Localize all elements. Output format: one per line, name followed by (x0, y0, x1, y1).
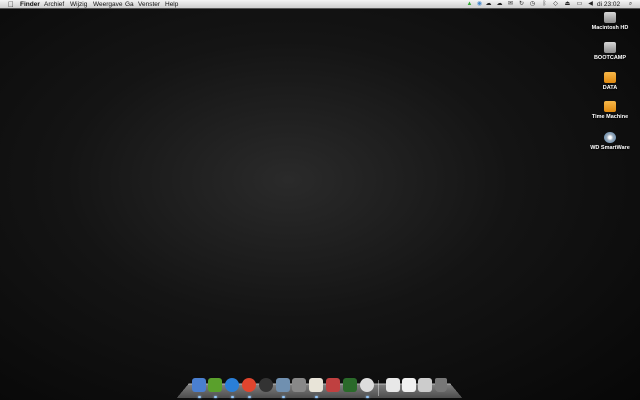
activity-icon[interactable]: ▲ (466, 1, 473, 7)
downloads-stack-icon[interactable] (402, 378, 416, 392)
menu-weergave[interactable]: Weergave (93, 1, 123, 8)
documents-stack-icon[interactable] (386, 378, 400, 392)
desktop-icon[interactable]: DATA (580, 72, 640, 91)
running-indicator (198, 396, 201, 398)
running-indicator (315, 396, 318, 398)
drive-icon (604, 101, 616, 112)
running-indicator (231, 396, 234, 398)
disc-icon (604, 132, 616, 143)
trash-icon[interactable] (435, 378, 447, 392)
script-editor-icon[interactable] (326, 378, 340, 392)
cloud-app-icon[interactable] (360, 378, 374, 392)
bluetooth-icon[interactable]: ᛒ (541, 1, 548, 7)
menu-bar:  Finder Archief Wijzig Weergave Ga Vens… (0, 0, 640, 9)
finder-icon[interactable] (192, 378, 206, 392)
system-preferences-icon[interactable] (292, 378, 306, 392)
menu-venster[interactable]: Venster (138, 1, 160, 8)
desktop-icon-label: Macintosh HD (591, 25, 629, 31)
desktop-icon-label: Time Machine (591, 114, 629, 120)
android-app-icon[interactable] (208, 378, 222, 392)
menu-archief[interactable]: Archief (44, 1, 64, 8)
running-indicator (248, 396, 251, 398)
dock-separator (378, 380, 379, 396)
menu-wijzig[interactable]: Wijzig (70, 1, 87, 8)
clock[interactable]: di 23:02 (597, 1, 620, 8)
desktop-icon[interactable]: WD SmartWare (580, 132, 640, 151)
desktop-icon[interactable]: BOOTCAMP (580, 42, 640, 61)
textedit-icon[interactable] (309, 378, 323, 392)
time-machine-icon[interactable]: ◷ (529, 1, 536, 7)
network-icon[interactable]: ◉ (476, 1, 483, 7)
desktop-icon-label: BOOTCAMP (593, 55, 627, 61)
mail-icon[interactable]: ✉ (507, 1, 514, 7)
chrome-icon[interactable] (242, 378, 256, 392)
drive-icon (604, 12, 616, 23)
volume-icon[interactable]: ◀ (587, 1, 594, 7)
running-indicator (214, 396, 217, 398)
spotlight-icon[interactable]: ⌕ (627, 1, 634, 7)
menu-ga[interactable]: Ga (125, 1, 134, 8)
desktop-icon-label: DATA (602, 85, 618, 91)
activity-monitor-icon[interactable] (343, 378, 357, 392)
menu-help[interactable]: Help (165, 1, 178, 8)
dashboard-icon[interactable] (259, 378, 273, 392)
menu-finder[interactable]: Finder (20, 1, 40, 8)
drive-icon (604, 42, 616, 53)
running-indicator (366, 396, 369, 398)
running-indicator (282, 396, 285, 398)
desktop-icon-label: WD SmartWare (590, 145, 630, 151)
itunes-icon[interactable] (225, 378, 239, 392)
battery-icon[interactable]: ▭ (576, 1, 583, 7)
sync-icon[interactable]: ↻ (518, 1, 525, 7)
eject-icon[interactable]: ⏏ (564, 1, 571, 7)
drive-icon (604, 72, 616, 83)
cloud2-icon[interactable]: ☁ (496, 1, 503, 7)
cloud-icon[interactable]: ☁ (485, 1, 492, 7)
desktop-icon[interactable]: Macintosh HD (580, 12, 640, 31)
chrome-stack-icon[interactable] (418, 378, 432, 392)
iphoto-icon[interactable] (276, 378, 290, 392)
apple-menu-icon[interactable]:  (8, 0, 14, 9)
wifi-icon[interactable]: ◇ (552, 1, 559, 7)
desktop-icon[interactable]: Time Machine (580, 101, 640, 120)
